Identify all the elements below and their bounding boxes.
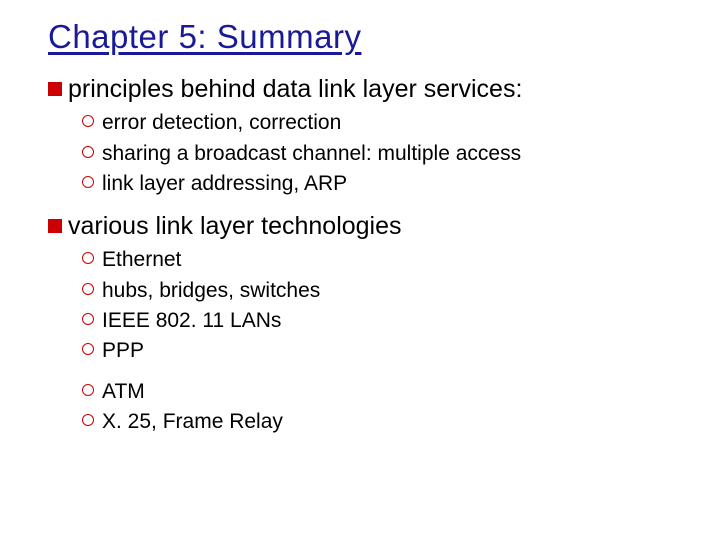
bullet-top: principles behind data link layer servic…: [48, 74, 680, 105]
square-bullet-icon: [48, 219, 62, 233]
circle-bullet-icon: [82, 176, 94, 188]
list-item: X. 25, Frame Relay: [82, 408, 680, 435]
list-item: hubs, bridges, switches: [82, 277, 680, 304]
circle-bullet-icon: [82, 115, 94, 127]
sub-list: error detection, correction sharing a br…: [82, 109, 680, 197]
list-item: Ethernet: [82, 246, 680, 273]
circle-bullet-icon: [82, 313, 94, 325]
section-technologies: various link layer technologies Ethernet…: [48, 211, 680, 435]
item-text: X. 25, Frame Relay: [102, 408, 283, 435]
circle-bullet-icon: [82, 414, 94, 426]
circle-bullet-icon: [82, 343, 94, 355]
item-text: link layer addressing, ARP: [102, 170, 347, 197]
item-text: IEEE 802. 11 LANs: [102, 307, 281, 334]
list-item: PPP: [82, 337, 680, 364]
spacer: [82, 368, 680, 378]
circle-bullet-icon: [82, 384, 94, 396]
circle-bullet-icon: [82, 252, 94, 264]
circle-bullet-icon: [82, 146, 94, 158]
item-text: ATM: [102, 378, 145, 405]
list-item: ATM: [82, 378, 680, 405]
slide: Chapter 5: Summary principles behind dat…: [0, 0, 720, 469]
item-text: hubs, bridges, switches: [102, 277, 320, 304]
item-text: error detection, correction: [102, 109, 341, 136]
list-item: link layer addressing, ARP: [82, 170, 680, 197]
section-heading: various link layer technologies: [68, 211, 402, 242]
circle-bullet-icon: [82, 283, 94, 295]
sub-list: Ethernet hubs, bridges, switches IEEE 80…: [82, 246, 680, 435]
list-item: sharing a broadcast channel: multiple ac…: [82, 140, 680, 167]
list-item: error detection, correction: [82, 109, 680, 136]
square-bullet-icon: [48, 82, 62, 96]
section-principles: principles behind data link layer servic…: [48, 74, 680, 197]
list-item: IEEE 802. 11 LANs: [82, 307, 680, 334]
bullet-top: various link layer technologies: [48, 211, 680, 242]
item-text: PPP: [102, 337, 144, 364]
item-text: sharing a broadcast channel: multiple ac…: [102, 140, 521, 167]
section-heading: principles behind data link layer servic…: [68, 74, 522, 105]
item-text: Ethernet: [102, 246, 181, 273]
slide-title: Chapter 5: Summary: [48, 18, 680, 56]
